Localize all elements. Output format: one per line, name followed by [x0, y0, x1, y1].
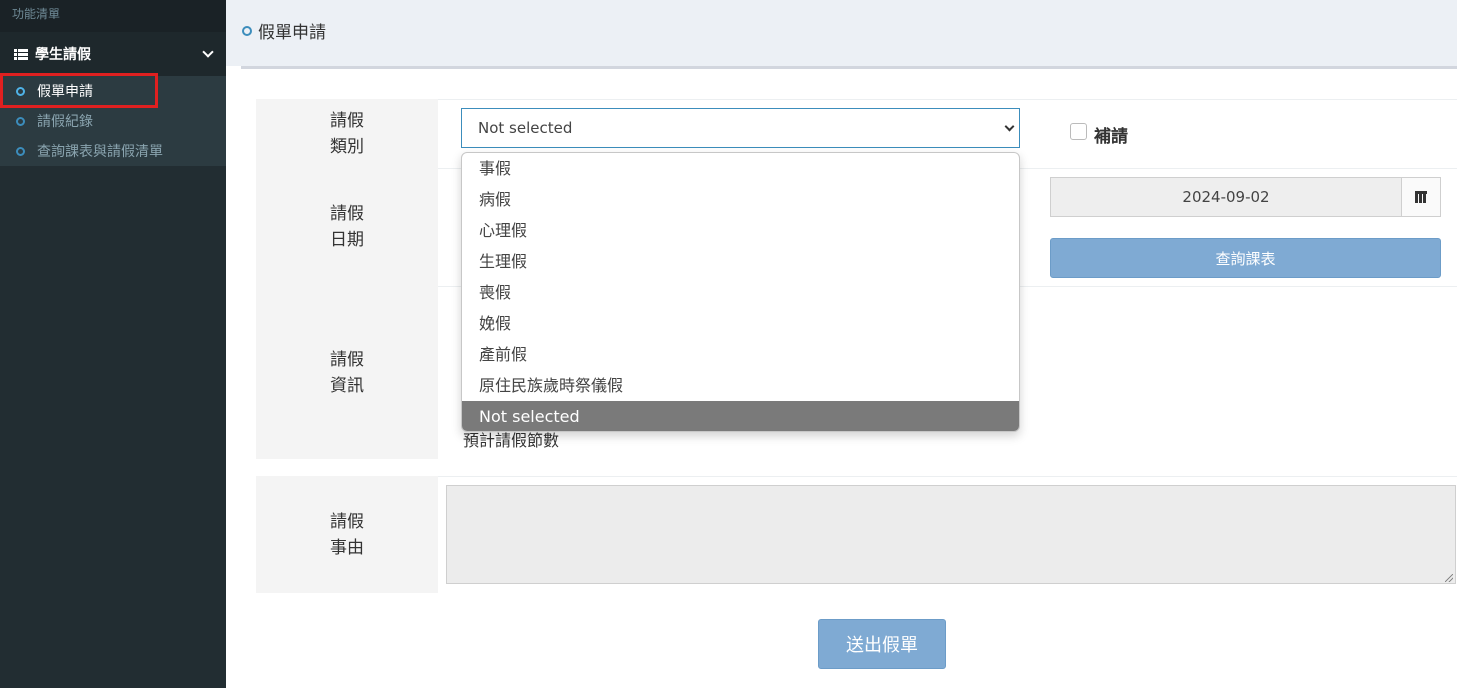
- sidebar-item-label: 請假紀錄: [37, 114, 93, 130]
- submit-leave-button[interactable]: 送出假單: [818, 619, 946, 669]
- leave-type-select[interactable]: Not selected: [461, 108, 1020, 148]
- dropdown-option[interactable]: 喪假: [462, 277, 1019, 308]
- calendar-icon: [1415, 191, 1427, 203]
- circle-icon: [16, 146, 25, 156]
- circle-icon: [242, 26, 252, 36]
- sidebar-item-label: 假單申請: [37, 84, 93, 100]
- sidebar-item-schedule-query[interactable]: 查詢課表與請假清單: [0, 136, 226, 166]
- list-icon: [14, 48, 28, 60]
- sidebar-submenu: 假單申請 請假紀錄 查詢課表與請假清單: [0, 76, 226, 166]
- supplement-checkbox[interactable]: [1070, 123, 1087, 140]
- dropdown-option[interactable]: 原住民族歲時祭儀假: [462, 370, 1019, 401]
- header-divider: [241, 66, 1457, 69]
- circle-icon: [16, 86, 25, 96]
- sidebar: 功能清單 學生請假 假單申請 請假紀錄 查詢課表與請假清單: [0, 0, 226, 688]
- sidebar-item-leave-application[interactable]: 假單申請: [0, 76, 226, 106]
- content-header: 假單申請: [226, 0, 1457, 66]
- dropdown-option[interactable]: 病假: [462, 184, 1019, 215]
- query-schedule-button[interactable]: 查詢課表: [1050, 238, 1441, 278]
- leave-reason-label: 請假 事由: [256, 476, 438, 593]
- sidebar-item-label: 查詢課表與請假清單: [37, 144, 163, 160]
- chevron-down-icon: [202, 46, 214, 58]
- sidebar-group-student-leave[interactable]: 學生請假: [0, 32, 226, 76]
- leave-type-dropdown: 事假 病假 心理假 生理假 喪假 娩假 產前假 原住民族歲時祭儀假 Not se…: [461, 152, 1020, 432]
- leave-type-label: 請假 類別: [256, 99, 438, 168]
- circle-icon: [16, 116, 25, 126]
- chevron-down-icon: [1004, 121, 1015, 132]
- dropdown-option[interactable]: 產前假: [462, 339, 1019, 370]
- leave-info-label: 請假 資訊: [256, 286, 438, 459]
- sidebar-header: 功能清單: [0, 0, 226, 32]
- sidebar-group-label: 學生請假: [35, 47, 91, 63]
- calendar-button[interactable]: [1401, 177, 1441, 217]
- leave-date-label: 請假 日期: [256, 168, 438, 286]
- dropdown-option-selected[interactable]: Not selected: [462, 401, 1019, 431]
- dropdown-option[interactable]: 生理假: [462, 246, 1019, 277]
- leave-date-input[interactable]: 2024-09-02: [1050, 177, 1402, 217]
- resize-handle[interactable]: [1445, 574, 1453, 582]
- page-title: 假單申請: [258, 23, 326, 43]
- supplement-label: 補請: [1094, 127, 1128, 147]
- dropdown-option[interactable]: 心理假: [462, 215, 1019, 246]
- leave-reason-textarea[interactable]: [446, 485, 1456, 584]
- dropdown-option[interactable]: 娩假: [462, 308, 1019, 339]
- sidebar-item-leave-records[interactable]: 請假紀錄: [0, 106, 226, 136]
- dropdown-option[interactable]: 事假: [462, 153, 1019, 184]
